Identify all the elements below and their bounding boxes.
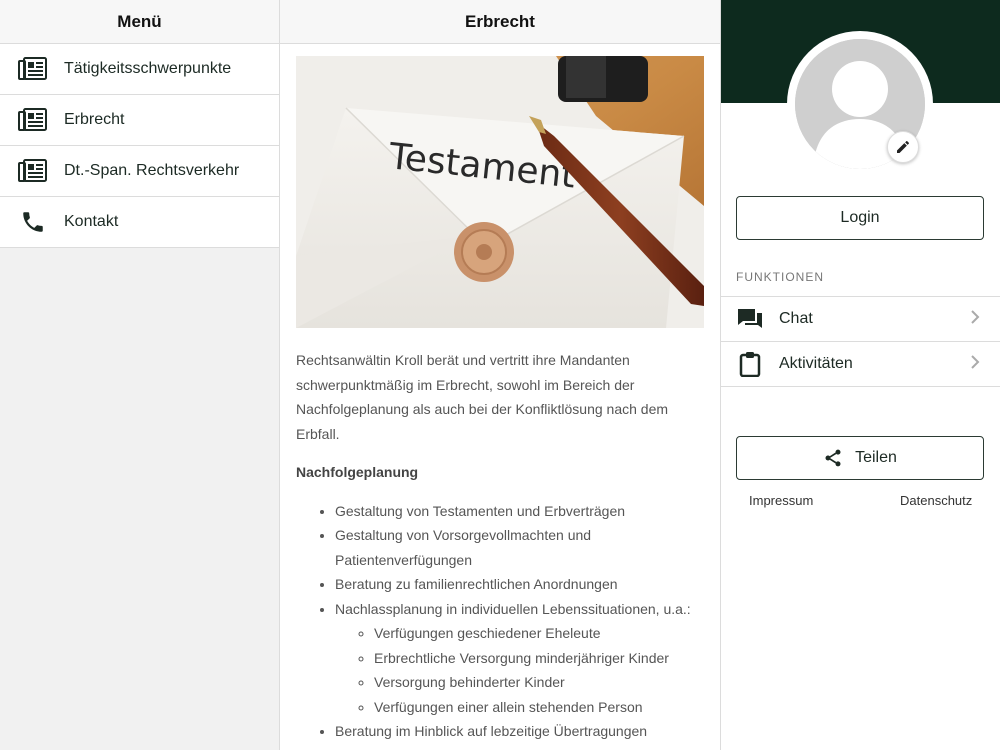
intro-paragraph: Rechtsanwältin Kroll berät und vertritt …	[296, 352, 669, 442]
share-button-label: Teilen	[855, 449, 897, 466]
newspaper-icon	[17, 106, 49, 134]
menu-item-label: Kontakt	[64, 213, 119, 230]
login-button-label: Login	[840, 209, 880, 226]
list-item: Nachlassplanung in individuellen Lebenss…	[335, 597, 706, 720]
menu-item-kontakt[interactable]: Kontakt	[0, 197, 279, 248]
login-button[interactable]: Login	[736, 196, 984, 240]
chevron-right-icon	[970, 309, 990, 330]
list-item: Gestaltung von Vorsorgevollmachten und P…	[335, 523, 706, 572]
article-body: Rechtsanwältin Kroll berät und vertritt …	[296, 348, 706, 744]
function-label: Chat	[779, 310, 813, 327]
clipboard-icon	[737, 351, 763, 377]
bullet-list: Gestaltung von Testamenten und Erbverträ…	[296, 499, 706, 744]
list-item: Gestaltung von Testamenten und Erbverträ…	[335, 499, 706, 524]
menu-item-label: Tätigkeitsschwerpunkte	[64, 60, 232, 77]
impressum-link[interactable]: Impressum	[749, 493, 813, 508]
functions-list: Chat Aktivitäten	[721, 296, 1000, 387]
share-icon	[825, 449, 841, 467]
function-item-aktivitaeten[interactable]: Aktivitäten	[721, 342, 1000, 387]
edit-avatar-button[interactable]	[887, 131, 919, 163]
list-item: Beratung zu familienrechtlichen Anordnun…	[335, 572, 706, 597]
menu-item-rechtsverkehr[interactable]: Dt.-Span. Rechtsverkehr	[0, 146, 279, 197]
menu-title: Menü	[0, 0, 279, 44]
chevron-right-icon	[970, 354, 990, 375]
functions-heading: FUNKTIONEN	[736, 270, 824, 284]
sub-list-item: Versorgung behinderter Kinder	[374, 670, 706, 695]
sub-list-item: Verfügungen geschiedener Eheleute	[374, 621, 706, 646]
list-item: Beratung im Hinblick auf lebzeitige Über…	[335, 719, 706, 744]
pencil-icon	[897, 141, 909, 153]
page-title: Erbrecht	[280, 0, 720, 44]
datenschutz-link[interactable]: Datenschutz	[900, 493, 972, 508]
hero-image: Testament	[296, 56, 704, 328]
menu-item-label: Dt.-Span. Rechtsverkehr	[64, 162, 240, 179]
sub-list-item: Erbrechtliche Versorgung minderjähriger …	[374, 646, 706, 671]
section-heading: Nachfolgeplanung	[296, 464, 419, 480]
sub-list-item: Verfügungen einer allein stehenden Perso…	[374, 695, 706, 720]
menu-pane: Menü Tätigkeitsschwerpunkte Erbrecht Dt.…	[0, 0, 280, 750]
chat-icon	[737, 308, 763, 330]
sub-bullet-list: Verfügungen geschiedener Eheleute Erbrec…	[335, 621, 706, 719]
function-label: Aktivitäten	[779, 355, 853, 372]
list-item-text: Nachlassplanung in individuellen Lebenss…	[335, 600, 691, 617]
newspaper-icon	[17, 157, 49, 185]
function-item-chat[interactable]: Chat	[721, 297, 1000, 342]
menu-item-erbrecht[interactable]: Erbrecht	[0, 95, 279, 146]
menu-item-label: Erbrecht	[64, 111, 125, 128]
menu-item-taetigkeitsschwerpunkte[interactable]: Tätigkeitsschwerpunkte	[0, 44, 279, 95]
content-pane: Erbrecht Testament Rechtsanwältin Kroll …	[280, 0, 721, 750]
phone-icon	[17, 208, 49, 236]
newspaper-icon	[17, 55, 49, 83]
profile-pane: Login FUNKTIONEN Chat Aktivitäten Teilen	[721, 0, 1000, 750]
share-button[interactable]: Teilen	[736, 436, 984, 480]
